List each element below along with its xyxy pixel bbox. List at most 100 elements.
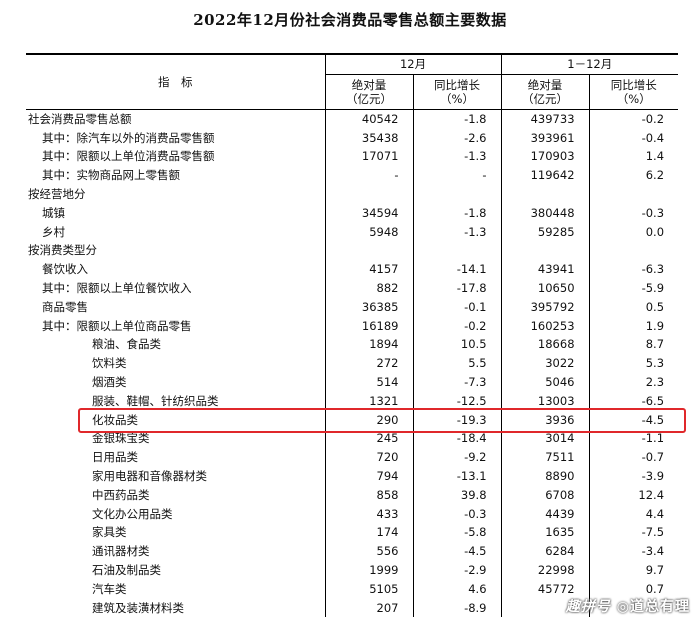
row-label: 商品零售: [42, 299, 88, 314]
table-row: 其中：限额以上单位餐饮收入 882 -17.8 10650 -5.9: [26, 278, 679, 298]
row-label: 其中：实物商品网上零售额: [42, 168, 180, 183]
dec-abs-cell: 794: [324, 466, 413, 486]
ytd-yoy-cell: -4.5: [588, 410, 679, 430]
ytd-yoy-cell: 5.3: [588, 354, 679, 373]
table-row: 乡村 5948 -1.3 59285 0.0: [26, 222, 679, 242]
table-row: 其中：限额以上单位消费品零售额 17071 -1.3 170903 1.4: [26, 147, 679, 167]
ytd-abs-cell: 395792: [500, 297, 590, 317]
ytd-yoy-cell: 0.0: [588, 222, 679, 242]
ytd-abs-cell: 6284: [500, 542, 590, 561]
table-row: 粮油、食品类 1894 10.5 18668 8.7: [26, 335, 679, 355]
dec-yoy-cell: 10.5: [412, 335, 502, 355]
period-ytd-header: 1－12月: [500, 52, 679, 75]
row-label: 文化办公用品类: [92, 506, 173, 521]
watermark: 趣拼号 ◎道总有理: [565, 599, 690, 615]
dec-yoy-cell: -0.3: [412, 504, 502, 524]
dec-abs-cell: 35438: [324, 128, 413, 148]
table-row: 家具类 174 -5.8 1635 -7.5: [26, 523, 679, 543]
dec-yoy-cell: -2.9: [412, 560, 502, 580]
dec-yoy-cell: 4.6: [412, 579, 502, 599]
ytd-abs-cell: 119642: [500, 166, 590, 185]
ytd-abs-cell: 170903: [500, 147, 590, 167]
dec-yoy-cell: 5.5: [412, 354, 502, 373]
row-label: 通讯器材类: [92, 544, 150, 559]
row-label: 中西药品类: [92, 487, 150, 502]
table-row: 服装、鞋帽、针纺织品类 1321 -12.5 13003 -6.5: [26, 391, 679, 411]
ytd-abs-cell: 22998: [500, 560, 590, 580]
ytd-yoy-cell: -6.5: [588, 391, 679, 411]
row-label: 服装、鞋帽、针纺织品类: [92, 393, 219, 408]
row-label: 金银珠宝类: [92, 431, 150, 446]
ytd-yoy-cell: 12.4: [588, 485, 679, 505]
table-row: 烟酒类 514 -7.3 5046 2.3: [26, 372, 679, 392]
dec-yoy-cell: -17.8: [412, 278, 502, 298]
dec-abs-cell: [324, 184, 413, 204]
table-row: 金银珠宝类 245 -18.4 3014 -1.1: [26, 429, 679, 449]
indicator-header: 指 标: [26, 52, 325, 110]
dec-abs-cell: 174: [324, 523, 413, 543]
ytd-yoy-cell: 9.7: [588, 560, 679, 580]
dec-yoy-cell: -1.3: [412, 222, 502, 242]
dec-yoy-cell: -14.1: [412, 260, 502, 279]
row-label: 城镇: [42, 205, 65, 220]
dec-abs-cell: 858: [324, 485, 413, 505]
ytd-abs-cell: [500, 184, 590, 204]
dec-abs-cell: -: [324, 166, 413, 185]
ytd-abs-cell: 13003: [500, 391, 590, 411]
ytd-yoy-cell: -0.7: [588, 448, 679, 467]
ytd-yoy-cell: 2.3: [588, 372, 679, 392]
ytd-yoy-cell: -3.9: [588, 466, 679, 486]
ytd-yoy-cell: [588, 184, 679, 204]
page-title: 2022年12月份社会消费品零售总额主要数据: [193, 11, 507, 29]
row-label: 烟酒类: [92, 374, 127, 389]
row-label: 建筑及装潢材料类: [92, 600, 184, 615]
dec-yoy-cell: -19.3: [412, 410, 502, 430]
dec-abs-cell: 5948: [324, 222, 413, 242]
row-label: 按消费类型分: [28, 243, 97, 258]
table-body: 社会消费品零售总额 40542 -1.8 439733 -0.2 其中：除汽车以外的消费品…: [26, 109, 679, 618]
dec-abs-cell: 207: [324, 598, 413, 618]
row-label: 汽车类: [92, 581, 127, 596]
dec-yoy-cell: -1.8: [412, 109, 502, 129]
ytd-abs-cell: 3022: [500, 354, 590, 373]
ytd-abs-cell: 7511: [500, 448, 590, 467]
ytd-yoy-cell: 4.4: [588, 504, 679, 524]
ytd-yoy-cell: 8.7: [588, 335, 679, 355]
dec-abs-cell: 882: [324, 278, 413, 298]
table-row: 餐饮收入 4157 -14.1 43941 -6.3: [26, 260, 679, 279]
period-dec-header: 12月: [324, 52, 502, 75]
row-label: 其中：限额以上单位消费品零售额: [42, 149, 215, 164]
table-row: 城镇 34594 -1.8 380448 -0.3: [26, 203, 679, 223]
dec-abs-cell: 16189: [324, 316, 413, 336]
dec-yoy-cell: -9.2: [412, 448, 502, 467]
ytd-abs-cell: 10650: [500, 278, 590, 298]
dec-abs-cell: 1894: [324, 335, 413, 355]
dec-abs-header: 绝对量 （亿元）: [324, 74, 413, 110]
dec-abs-cell: 433: [324, 504, 413, 524]
dec-yoy-cell: -18.4: [412, 429, 502, 449]
dec-yoy-cell: -: [412, 166, 502, 185]
table-row: 通讯器材类 556 -4.5 6284 -3.4: [26, 542, 679, 561]
ytd-yoy-cell: -6.3: [588, 260, 679, 279]
dec-abs-cell: 40542: [324, 109, 413, 129]
dec-abs-cell: 245: [324, 429, 413, 449]
ytd-yoy-cell: -0.3: [588, 203, 679, 223]
ytd-yoy-cell: 6.2: [588, 166, 679, 185]
table-row: 家用电器和音像器材类 794 -13.1 8890 -3.9: [26, 466, 679, 486]
dec-abs-cell: 720: [324, 448, 413, 467]
row-label: 日用品类: [92, 450, 138, 465]
ytd-yoy-cell: 1.4: [588, 147, 679, 167]
table-row: 化妆品类 290 -19.3 3936 -4.5: [26, 410, 679, 430]
ytd-abs-header: 绝对量 （亿元）: [500, 74, 590, 110]
row-label: 家具类: [92, 525, 127, 540]
table-row: 文化办公用品类 433 -0.3 4439 4.4: [26, 504, 679, 524]
table-row: 石油及制品类 1999 -2.9 22998 9.7: [26, 560, 679, 580]
ytd-abs-cell: 1635: [500, 523, 590, 543]
table-row: 其中：实物商品网上零售额 - -119642 6.2: [26, 166, 679, 185]
dec-yoy-cell: -7.3: [412, 372, 502, 392]
ytd-yoy-cell: -0.2: [588, 109, 679, 129]
table-row: 社会消费品零售总额 40542 -1.8 439733 -0.2: [26, 109, 679, 129]
dec-abs-cell: 290: [324, 410, 413, 430]
ytd-yoy-cell: -3.4: [588, 542, 679, 561]
dec-yoy-cell: -8.9: [412, 598, 502, 618]
